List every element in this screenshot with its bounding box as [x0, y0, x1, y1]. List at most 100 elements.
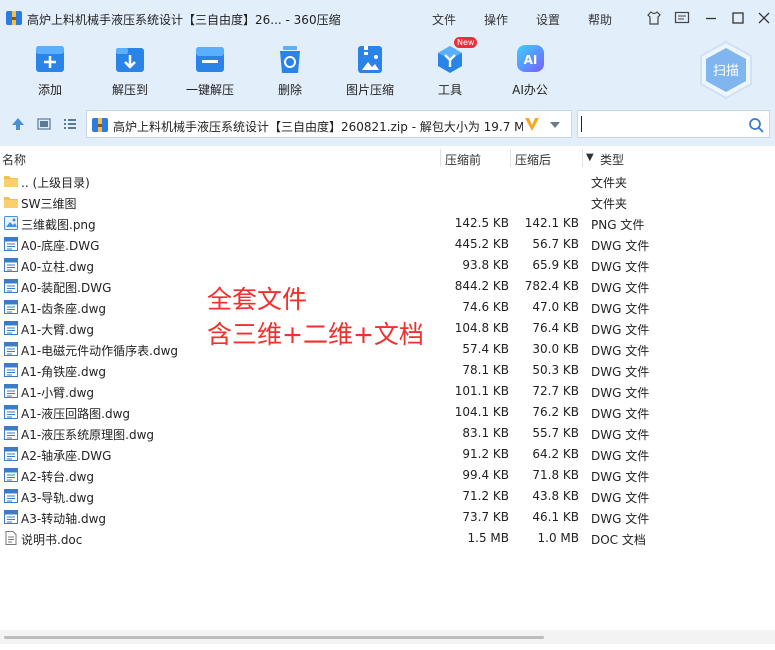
file-list: 名称 压缩前 压缩后 ▼ 类型 .. (上级目录) 文件夹 SW三维图 文件夹 三维截图…: [0, 147, 775, 637]
window-title: 高炉上料机械手液压系统设计【三自由度】26... - 360压缩: [27, 13, 341, 27]
file-row[interactable]: 三维截图.png 142.5 KB 142.1 KB PNG 文件: [0, 213, 660, 234]
add-label: 添加: [37, 83, 62, 97]
thumbnail-view-icon[interactable]: [37, 117, 51, 131]
file-row[interactable]: A1-液压系统原理图.dwg 83.1 KB 55.7 KB DWG 文件: [0, 423, 660, 444]
verified-v-icon[interactable]: [523, 115, 541, 133]
tools-button[interactable]: New 工具: [420, 37, 480, 100]
file-type: DOC 文档: [591, 533, 646, 547]
search-input[interactable]: [582, 114, 742, 134]
maximize-icon[interactable]: [730, 10, 746, 26]
file-size: 71.2 KB: [462, 489, 509, 503]
close-icon[interactable]: [756, 10, 772, 26]
chevron-down-icon[interactable]: [549, 121, 561, 129]
dwg-file-icon: [3, 425, 19, 441]
file-type: DWG 文件: [591, 344, 650, 358]
dwg-file-icon: [3, 467, 19, 483]
menu-help[interactable]: 帮助: [588, 11, 612, 28]
extract-to-button[interactable]: 解压到: [100, 42, 160, 100]
file-name: A1-角铁座.dwg: [21, 365, 107, 379]
file-row[interactable]: 说明书.doc 1.5 MB 1.0 MB DOC 文档: [0, 528, 660, 549]
search-icon[interactable]: [748, 117, 764, 133]
image-compress-icon: [358, 46, 382, 73]
file-compressed-size: 56.7 KB: [532, 237, 579, 251]
ai-glyph: AI: [524, 53, 538, 67]
tools-label: 工具: [437, 83, 462, 97]
file-row[interactable]: A3-导轨.dwg 71.2 KB 43.8 KB DWG 文件: [0, 486, 660, 507]
dwg-file-icon: [3, 257, 19, 273]
file-row[interactable]: A2-转台.dwg 99.4 KB 71.8 KB DWG 文件: [0, 465, 660, 486]
file-compressed-size: 47.0 KB: [532, 300, 579, 314]
file-type: DWG 文件: [591, 323, 650, 337]
file-type: DWG 文件: [591, 407, 650, 421]
menu-file[interactable]: 文件: [432, 11, 456, 28]
delete-button[interactable]: 删除: [260, 42, 320, 100]
column-name[interactable]: 名称: [2, 151, 26, 168]
tools-icon: [438, 46, 462, 73]
file-type: DWG 文件: [591, 281, 650, 295]
folder-icon: [3, 194, 19, 210]
one-click-extract-button[interactable]: 一键解压: [180, 42, 240, 100]
dwg-file-icon: [3, 341, 19, 357]
scan-label: 扫描: [713, 64, 739, 79]
file-row[interactable]: A0-装配图.DWG 844.2 KB 782.4 KB DWG 文件: [0, 276, 660, 297]
file-type: DWG 文件: [591, 470, 650, 484]
file-size: 78.1 KB: [462, 363, 509, 377]
file-row[interactable]: A1-角铁座.dwg 78.1 KB 50.3 KB DWG 文件: [0, 360, 660, 381]
dwg-file-icon: [3, 404, 19, 420]
column-divider[interactable]: [582, 149, 583, 167]
doc-file-icon: [3, 530, 19, 546]
file-name: A1-小臂.dwg: [21, 386, 95, 400]
file-row[interactable]: A1-小臂.dwg 101.1 KB 72.7 KB DWG 文件: [0, 381, 660, 402]
file-compressed-size: 71.8 KB: [532, 468, 579, 482]
menu-settings[interactable]: 设置: [536, 11, 560, 28]
horizontal-scrollbar[interactable]: [0, 630, 775, 644]
address-bar: 高炉上料机械手液压系统设计【三自由度】260821.zip - 解包大小为 19…: [0, 108, 775, 140]
folder-icon: [3, 173, 19, 189]
toolbar: 添加 解压到 一键解压 删除 图片压缩 New 工具 AI AI办公: [0, 36, 775, 106]
scan-button[interactable]: 扫描: [698, 40, 754, 100]
file-name: A3-导轨.dwg: [21, 491, 95, 505]
scrollbar-thumb[interactable]: [4, 636, 544, 639]
sort-arrow-icon: ▼: [586, 152, 594, 163]
file-row[interactable]: A1-液压回路图.dwg 104.1 KB 76.2 KB DWG 文件: [0, 402, 660, 423]
add-button[interactable]: 添加: [20, 42, 80, 100]
column-type[interactable]: 类型: [600, 151, 624, 168]
file-row[interactable]: A0-立柱.dwg 93.8 KB 65.9 KB DWG 文件: [0, 255, 660, 276]
one-click-extract-label: 一键解压: [185, 83, 234, 97]
dwg-file-icon: [3, 383, 19, 399]
minimize-icon[interactable]: [703, 10, 719, 26]
file-type: DWG 文件: [591, 302, 650, 316]
dwg-file-icon: [3, 488, 19, 504]
file-row[interactable]: .. (上级目录) 文件夹: [0, 171, 660, 192]
column-divider[interactable]: [510, 149, 511, 167]
file-row[interactable]: A0-底座.DWG 445.2 KB 56.7 KB DWG 文件: [0, 234, 660, 255]
image-compress-button[interactable]: 图片压缩: [340, 42, 400, 100]
ai-office-button[interactable]: AI AI办公: [500, 42, 560, 100]
column-size[interactable]: 压缩前: [445, 151, 481, 168]
file-row[interactable]: A3-转动轴.dwg 73.7 KB 46.1 KB DWG 文件: [0, 507, 660, 528]
feedback-icon[interactable]: [674, 10, 690, 26]
file-type: 文件夹: [591, 176, 628, 190]
column-compressed[interactable]: 压缩后: [515, 151, 551, 168]
column-divider[interactable]: [440, 149, 441, 167]
menu-operation[interactable]: 操作: [484, 11, 508, 28]
skin-icon[interactable]: [646, 10, 662, 26]
column-header: 名称 压缩前 压缩后 ▼ 类型: [0, 147, 775, 169]
file-name: A3-转动轴.dwg: [21, 512, 107, 526]
file-name: A0-底座.DWG: [21, 239, 100, 253]
dwg-file-icon: [3, 236, 19, 252]
file-size: 142.5 KB: [454, 216, 509, 230]
file-name: .. (上级目录): [21, 176, 90, 190]
up-arrow-icon[interactable]: [11, 117, 25, 131]
file-row[interactable]: SW三维图 文件夹: [0, 192, 660, 213]
file-size: 74.6 KB: [462, 300, 509, 314]
file-row[interactable]: A2-轴承座.DWG 91.2 KB 64.2 KB DWG 文件: [0, 444, 660, 465]
search-field[interactable]: [577, 110, 770, 138]
file-type: PNG 文件: [591, 218, 645, 232]
dwg-file-icon: [3, 446, 19, 462]
title-bar: 高炉上料机械手液压系统设计【三自由度】26... - 360压缩 文件 操作 设…: [0, 0, 775, 36]
promo-text-line2: 含三维+二维+文档: [207, 320, 424, 349]
file-size: 104.1 KB: [454, 405, 509, 419]
list-view-icon[interactable]: [63, 117, 77, 131]
path-field[interactable]: 高炉上料机械手液压系统设计【三自由度】260821.zip - 解包大小为 19…: [86, 110, 572, 138]
